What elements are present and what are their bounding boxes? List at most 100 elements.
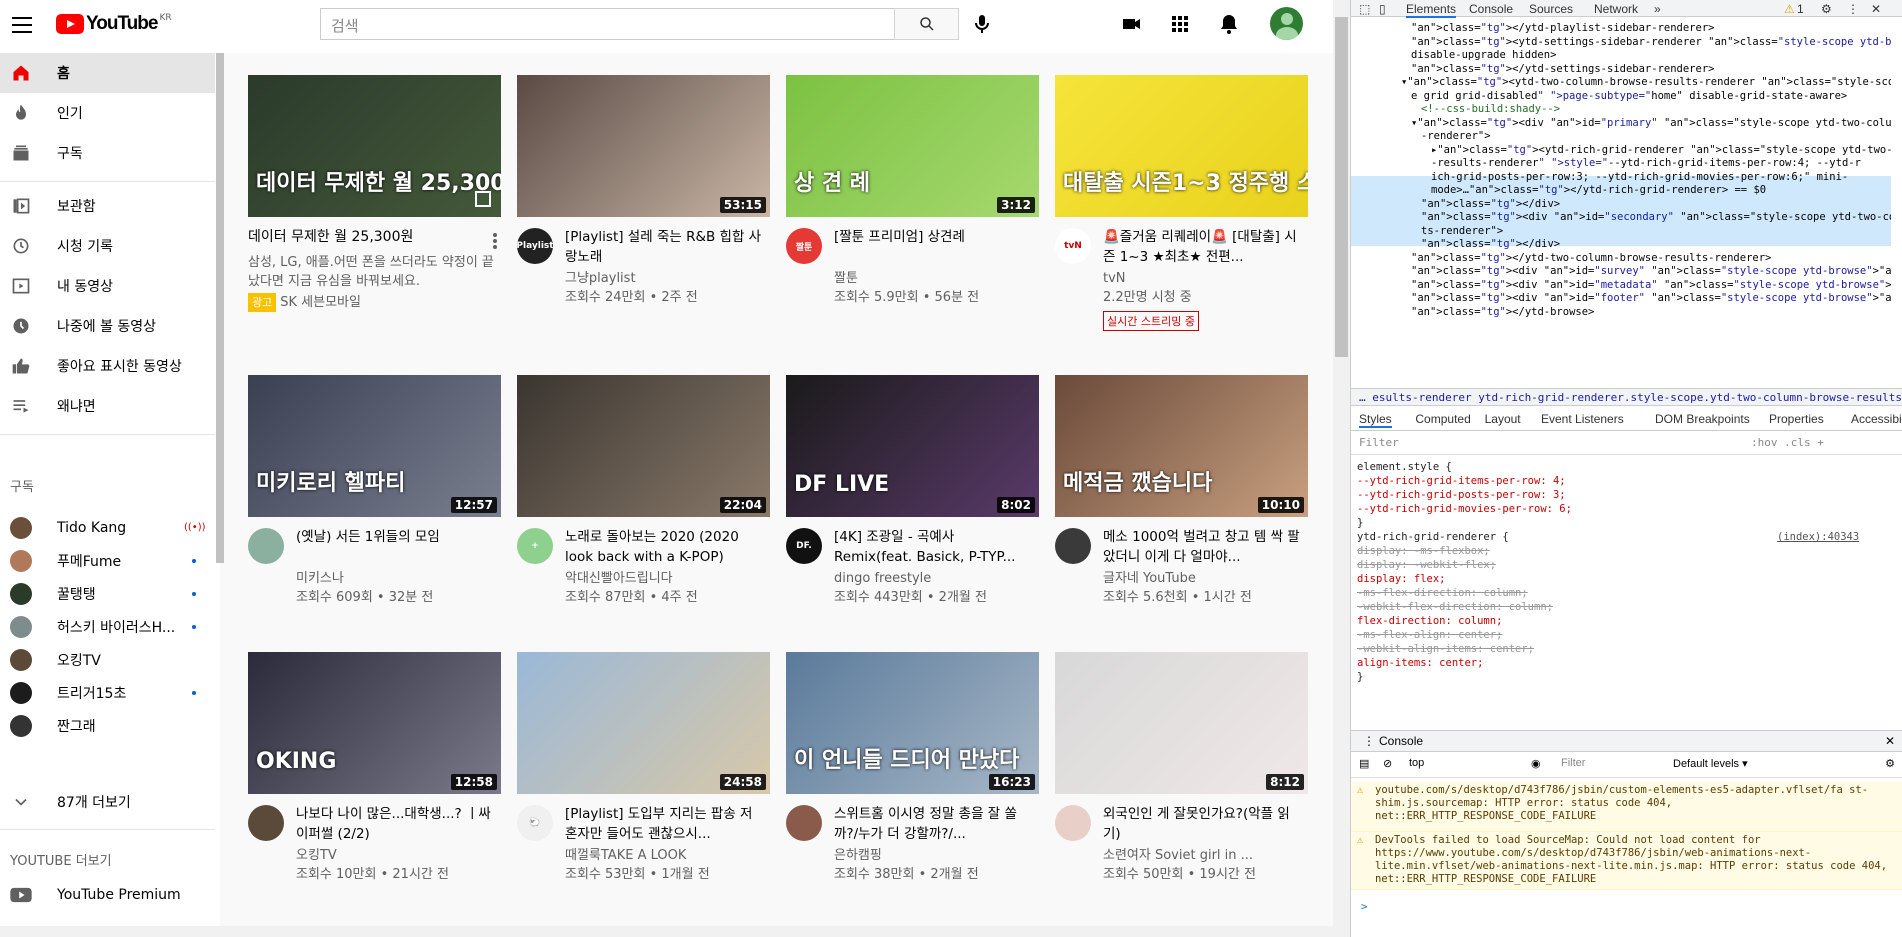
tab-elements[interactable]: Elements [1406, 2, 1457, 18]
style-rule-line[interactable]: flex-direction: column; [1357, 614, 1502, 628]
video-thumbnail[interactable]: 대탈출 시즌1~3 정주행 스트리밍 [1055, 75, 1308, 217]
channel-avatar[interactable]: 🐑 [517, 805, 553, 841]
channel-name[interactable]: 악대신빨아드립니다 [565, 569, 770, 588]
video-thumbnail[interactable]: 53:15 [517, 75, 770, 217]
styles-filter[interactable]: Filter :hov .cls + [1351, 431, 1902, 455]
styles-subtab[interactable]: DOM Breakpoints [1655, 412, 1750, 426]
channel-name[interactable]: 오킹TV [296, 846, 501, 865]
sidebar-subscription-item[interactable]: 트리거15초 [0, 676, 215, 709]
tab-sources[interactable]: Sources [1529, 2, 1573, 16]
style-rule-line[interactable]: --ytd-rich-grid-items-per-row: 4; [1357, 474, 1566, 488]
dom-line[interactable]: -results-renderer" ">style="--ytd-rich-g… [1431, 156, 1861, 170]
dom-line[interactable]: ich-grid-posts-per-row:3; --ytd-rich-gri… [1431, 170, 1848, 184]
style-rule-line[interactable]: --ytd-rich-grid-movies-per-row: 6; [1357, 502, 1572, 516]
video-thumbnail[interactable]: 22:04 [517, 375, 770, 517]
video-card[interactable]: 대탈출 시즌1~3 정주행 스트리밍 tvN 🚨즐거움 리퀘레이🚨 [대탈출] 시즌… [1055, 75, 1310, 355]
dom-line[interactable]: "an">class="tg"></ytd-browse> [1411, 305, 1594, 319]
dom-line[interactable]: -renderer"> [1421, 129, 1491, 143]
warning-icon[interactable]: ⚠ [1784, 2, 1795, 16]
dom-line[interactable]: ▾"an">class="tg"><div "an">id="primary" … [1411, 116, 1891, 130]
menu-icon[interactable] [10, 12, 34, 36]
video-thumbnail[interactable]: DF LIVE 8:02 [786, 375, 1039, 517]
sidebar-subscription-item[interactable]: Tido Kang ((•)) [0, 511, 215, 544]
style-source-link[interactable]: (index):40343 [1777, 530, 1859, 544]
channel-name[interactable]: 때껄룩TAKE A LOOK [565, 846, 770, 865]
channel-avatar[interactable]: DF. [786, 528, 822, 564]
video-card[interactable]: 상 견 례 3:12 짤툰 [짤툰 프리미엄] 상견례 짤툰 조회수 5.9만회 • 56… [786, 75, 1041, 355]
dom-line[interactable]: <!--css-build:shady--> [1421, 102, 1560, 116]
styles-subtab[interactable]: Accessibility [1851, 412, 1902, 426]
dom-line[interactable]: disable-upgrade hidden> [1411, 48, 1556, 62]
channel-name[interactable]: 그냥playlist [565, 269, 770, 288]
sidebar-item-playlist[interactable]: 왜냐면 [0, 386, 215, 426]
dom-line[interactable]: "an">class="tg"><div "an">id="secondary"… [1421, 210, 1891, 224]
channel-avatar[interactable] [786, 805, 822, 841]
styles-subtab[interactable]: Event Listeners [1541, 412, 1624, 426]
style-rule-line[interactable]: display: flex; [1357, 572, 1446, 586]
sidebar-item-premium[interactable]: YouTube Premium [0, 875, 215, 915]
dom-line[interactable]: "an">class="tg"><div "an">id="metadata" … [1411, 278, 1891, 292]
video-card[interactable]: 메적금 깼습니다 10:10 메소 1000억 벌려고 창고 템 싹 팔았더니 이게… [1055, 375, 1310, 655]
channel-name[interactable]: 미키스나 [296, 569, 501, 588]
style-rule-line[interactable]: -ms-flex-direction: column; [1357, 586, 1528, 600]
sidebar-subscription-item[interactable]: 푸메Fume [0, 544, 215, 577]
sidebar-subscription-item[interactable]: 짠그래 [0, 709, 215, 742]
dom-line[interactable]: "an">class="tg"></ytd-two-column-browse-… [1411, 251, 1771, 265]
eye-icon[interactable]: ◉ [1531, 757, 1541, 770]
dom-line[interactable]: ▾"an">class="tg"><ytd-two-column-browse-… [1401, 75, 1891, 89]
style-rule-line[interactable]: -webkit-flex-direction: column; [1357, 600, 1553, 614]
video-title[interactable]: 메소 1000억 벌려고 창고 템 싹 팔았더니 이게 다 얼마야... [1103, 527, 1303, 567]
voice-search-icon[interactable] [970, 12, 994, 36]
sidebar-item-subscriptions[interactable]: 구독 [0, 133, 215, 173]
channel-avatar[interactable] [248, 528, 284, 564]
video-thumbnail[interactable]: 8:12 [1055, 652, 1308, 794]
video-title[interactable]: (옛날) 서든 1위들의 모임 [296, 527, 496, 547]
style-rule-line[interactable]: -ms-flex-align: center; [1357, 628, 1502, 642]
video-thumbnail[interactable]: 미키로리 헬파티 12:57 [248, 375, 501, 517]
dom-line[interactable]: e grid grid-disabled" ">page-subtype="ho… [1411, 89, 1847, 103]
video-card[interactable]: OKING 12:58 나보다 나이 많은...대학생...? ㅣ싸이퍼썰 (2/2… [248, 652, 503, 932]
horizontal-scrollbar[interactable] [0, 926, 1333, 937]
video-thumbnail[interactable]: 상 견 례 3:12 [786, 75, 1039, 217]
styles-subtab[interactable]: Styles [1359, 412, 1392, 428]
more-actions-icon[interactable] [493, 233, 497, 251]
channel-avatar[interactable] [248, 805, 284, 841]
dom-line[interactable]: "an">class="tg"><div "an">id="footer" "a… [1411, 291, 1891, 305]
video-thumbnail[interactable]: 데이터 무제한 월 25,300원 [248, 75, 501, 217]
notifications-bell-icon[interactable] [1217, 12, 1241, 36]
more-tabs-icon[interactable]: » [1654, 2, 1661, 16]
styles-subtab[interactable]: Layout [1485, 412, 1521, 426]
tab-console[interactable]: Console [1469, 2, 1513, 16]
sidebar-item-trending[interactable]: 인기 [0, 93, 215, 133]
video-title[interactable]: [짤툰 프리미엄] 상견례 [834, 227, 1034, 247]
user-avatar[interactable] [1270, 7, 1303, 40]
sidebar-item-liked-videos[interactable]: 좋아요 표시한 동영상 [0, 346, 215, 386]
console-warning[interactable]: ⚠ youtube.com/s/desktop/d743f786/jsbin/cu… [1351, 782, 1902, 832]
video-title[interactable]: 노래로 돌아보는 2020 (2020 look back with a K-P… [565, 527, 765, 567]
channel-name[interactable]: 소련여자 Soviet girl in ... [1103, 846, 1308, 865]
channel-avatar[interactable]: + [517, 528, 553, 564]
styles-filter-input[interactable]: Filter [1359, 436, 1399, 449]
ad-card[interactable]: 데이터 무제한 월 25,300원 데이터 무제한 월 25,300원 삼성, LG… [248, 75, 503, 355]
channel-name[interactable]: 글자네 YouTube [1103, 569, 1308, 588]
dom-line[interactable]: "an">class="tg"></ytd-settings-sidebar-r… [1411, 62, 1714, 76]
channel-name[interactable]: tvN [1103, 269, 1308, 288]
styles-filter-options[interactable]: :hov .cls + [1751, 436, 1824, 449]
styles-subtab[interactable]: Computed [1415, 412, 1470, 426]
style-rule-line[interactable]: --ytd-rich-grid-posts-per-row: 3; [1357, 488, 1566, 502]
sidebar-subscription-item[interactable]: 꿀탱탱 [0, 577, 215, 610]
video-title[interactable]: [Playlist] 도입부 지리는 팝송 저 혼자만 들어도 괜찮으시... [565, 804, 765, 844]
video-title[interactable]: 스위트홈 이시영 정말 총을 잘 쏠까?/누가 더 강할까?/... [834, 804, 1034, 844]
tab-network[interactable]: Network [1594, 2, 1638, 16]
sidebar-item-watch-later[interactable]: 나중에 볼 동영상 [0, 306, 215, 346]
dom-line[interactable]: "an">class="tg"></div> [1421, 237, 1560, 251]
device-toggle-icon[interactable]: ▯ [1379, 2, 1386, 16]
dom-breadcrumb[interactable]: … esults-renderer ytd-rich-grid-renderer… [1351, 388, 1902, 406]
video-card[interactable]: 22:04 + 노래로 돌아보는 2020 (2020 look back with… [517, 375, 772, 655]
dom-line[interactable]: "an">class="tg"></ytd-playlist-sidebar-r… [1411, 21, 1714, 35]
dom-line[interactable]: ▸"an">class="tg"><ytd-rich-grid-renderer… [1431, 143, 1891, 157]
show-more-subscriptions[interactable]: 87개 더보기 [0, 782, 215, 822]
sidebar-subscription-item[interactable]: 오킹TV [0, 643, 215, 676]
video-title[interactable]: 🚨즐거움 리퀘레이🚨 [대탈출] 시즌 1~3 ★최초★ 전편... [1103, 227, 1303, 267]
youtube-logo[interactable]: YouTube KR [56, 13, 172, 35]
